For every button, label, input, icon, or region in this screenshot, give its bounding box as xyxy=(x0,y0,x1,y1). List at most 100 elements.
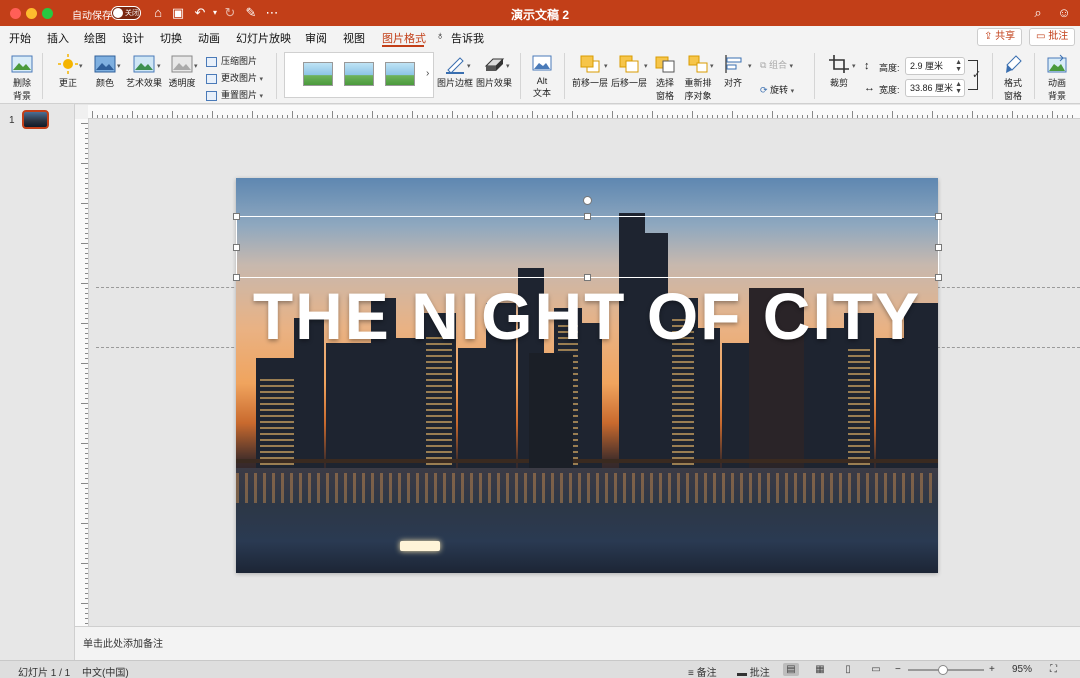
resize-handle[interactable] xyxy=(584,274,591,281)
horizontal-ruler[interactable] xyxy=(88,105,1080,119)
slide-thumbnail[interactable] xyxy=(22,110,49,129)
lit-windows xyxy=(426,335,452,465)
chevron-down-icon[interactable]: ▾ xyxy=(506,62,510,70)
chevron-down-icon[interactable]: ▾ xyxy=(157,62,161,70)
slide-title[interactable]: THE NIGHT OF CITY xyxy=(236,281,938,351)
compress-pictures-button[interactable]: 压缩图片 xyxy=(206,54,257,67)
height-field[interactable]: 2.9 厘米 ▲ ▼ xyxy=(905,57,965,75)
ruler-tick xyxy=(85,263,88,264)
rotate-handle[interactable] xyxy=(583,196,592,205)
picture-effects-button[interactable]: 图片效果 xyxy=(476,54,512,89)
crop-button[interactable]: 裁剪 xyxy=(824,54,854,89)
notes-placeholder[interactable]: 单击此处添加备注 xyxy=(83,635,163,650)
picture-border-button[interactable]: 图片边框 xyxy=(437,54,473,89)
reset-picture-button[interactable]: 重置图片 ▾ xyxy=(206,88,263,101)
vertical-ruler[interactable] xyxy=(75,119,89,626)
bring-forward-button[interactable]: 前移一层 xyxy=(572,54,608,89)
resize-handle[interactable] xyxy=(584,213,591,220)
corrections-button[interactable]: 更正 xyxy=(52,54,84,89)
zoom-out-button[interactable]: − xyxy=(895,664,901,675)
tab-animations[interactable]: 动画 xyxy=(198,30,220,46)
tab-insert[interactable]: 插入 xyxy=(47,30,69,46)
comments-button[interactable]: ▭ 批注 xyxy=(1029,28,1076,46)
format-pane-button[interactable]: 格式 窗格 xyxy=(998,54,1028,102)
artistic-effects-button[interactable]: 艺术效果 xyxy=(126,54,162,89)
slide-sorter-button[interactable]: ▦ xyxy=(812,663,828,676)
resize-handle[interactable] xyxy=(935,274,942,281)
selection-pane-button[interactable]: 选择 窗格 xyxy=(651,54,679,102)
animate-background-button[interactable]: 动画 背景 xyxy=(1042,54,1072,102)
lightbulb-icon: ♁ xyxy=(436,30,445,42)
notes-pane[interactable]: 单击此处添加备注 xyxy=(75,626,1080,660)
ruler-tick xyxy=(257,115,258,118)
ruler-tick xyxy=(85,573,88,574)
rotate-button[interactable]: ⟳ 旋转 ▾ xyxy=(760,83,794,96)
tab-home[interactable]: 开始 xyxy=(9,30,31,46)
resize-handle[interactable] xyxy=(935,244,942,251)
search-icon[interactable]: ⌕ xyxy=(1030,5,1046,21)
ruler-tick xyxy=(502,115,503,118)
chevron-down-icon[interactable]: ▾ xyxy=(604,62,608,70)
selection-box[interactable] xyxy=(236,216,939,278)
tab-draw[interactable]: 绘图 xyxy=(84,30,106,46)
ruler-tick xyxy=(162,115,163,118)
chevron-down-icon[interactable]: ▾ xyxy=(467,62,471,70)
chevron-down-icon[interactable]: ▾ xyxy=(748,62,752,70)
chevron-down-icon[interactable]: ▾ xyxy=(194,62,198,70)
tab-picture-format[interactable]: 图片格式 xyxy=(382,30,426,46)
reorder-objects-button[interactable]: 重新排 序对象 xyxy=(683,54,713,102)
zoom-slider-knob[interactable] xyxy=(938,665,948,675)
chevron-down-icon[interactable]: ▾ xyxy=(852,62,856,70)
width-stepper[interactable]: ▲ ▼ xyxy=(955,81,962,95)
picture-style-thumb[interactable] xyxy=(385,62,415,86)
alt-text-button[interactable]: Alt 文本 xyxy=(528,54,556,99)
ruler-tick xyxy=(627,115,628,118)
chevron-down-icon[interactable]: ▾ xyxy=(710,62,714,70)
resize-handle[interactable] xyxy=(233,274,240,281)
ruler-tick xyxy=(652,111,653,118)
width-field[interactable]: 33.86 厘米 ▲ ▼ xyxy=(905,79,965,97)
fit-to-window-icon[interactable]: ⛶ xyxy=(1050,664,1057,675)
zoom-level[interactable]: 95% xyxy=(1012,664,1032,675)
notes-toggle[interactable]: ≡ 备注 xyxy=(688,664,717,678)
group-button[interactable]: ⧉ 组合 ▾ xyxy=(760,58,793,71)
ruler-tick xyxy=(85,378,88,379)
tab-slideshow[interactable]: 幻灯片放映 xyxy=(236,30,291,46)
picture-style-thumb[interactable] xyxy=(303,62,333,86)
reading-view-button[interactable]: ▯ xyxy=(840,663,856,676)
chevron-down-icon[interactable]: ▾ xyxy=(644,62,648,70)
slideshow-view-button[interactable]: ▭ xyxy=(868,663,884,676)
resize-handle[interactable] xyxy=(233,244,240,251)
remove-background-button[interactable]: 删除 背景 xyxy=(8,54,36,102)
change-picture-button[interactable]: 更改图片 ▾ xyxy=(206,71,263,84)
picture-style-thumb[interactable] xyxy=(344,62,374,86)
tell-me-search[interactable]: 告诉我 xyxy=(451,30,484,46)
normal-view-button[interactable]: ▤ xyxy=(783,663,799,676)
tab-transitions[interactable]: 切换 xyxy=(160,30,182,46)
gallery-next-icon[interactable]: › xyxy=(426,68,429,79)
tab-view[interactable]: 视图 xyxy=(343,30,365,46)
chevron-down-icon[interactable]: ▾ xyxy=(79,62,83,70)
height-value: 2.9 厘米 xyxy=(910,61,944,71)
send-backward-button[interactable]: 后移一层 xyxy=(611,54,647,89)
align-button[interactable]: 对齐 xyxy=(718,54,748,89)
resize-handle[interactable] xyxy=(233,213,240,220)
height-stepper[interactable]: ▲ ▼ xyxy=(955,59,962,73)
ribbon: 删除 背景 更正 ▾ 颜色 ▾ 艺术效果 ▾ 透明度 ▾ 压缩图片 更改图片 ▾… xyxy=(0,48,1080,104)
ruler-tick xyxy=(932,111,933,118)
picture-styles-gallery[interactable] xyxy=(284,52,434,98)
zoom-in-button[interactable]: + xyxy=(989,664,995,675)
color-button[interactable]: 颜色 xyxy=(89,54,121,89)
ruler-tick xyxy=(85,598,88,599)
smiley-feedback-icon[interactable]: ☺ xyxy=(1056,5,1072,21)
chevron-down-icon[interactable]: ▾ xyxy=(117,62,121,70)
comments-toggle[interactable]: ▬ 批注 xyxy=(737,664,770,678)
ruler-tick xyxy=(85,383,88,384)
transparency-button[interactable]: 透明度 xyxy=(166,54,198,89)
resize-handle[interactable] xyxy=(935,213,942,220)
language-indicator[interactable]: 中文(中国) xyxy=(82,664,129,678)
tab-design[interactable]: 设计 xyxy=(122,30,144,46)
share-button[interactable]: ⇪ 共享 xyxy=(977,28,1023,46)
tab-review[interactable]: 审阅 xyxy=(305,30,327,46)
lock-aspect-check-icon[interactable]: ✓ xyxy=(972,68,981,81)
